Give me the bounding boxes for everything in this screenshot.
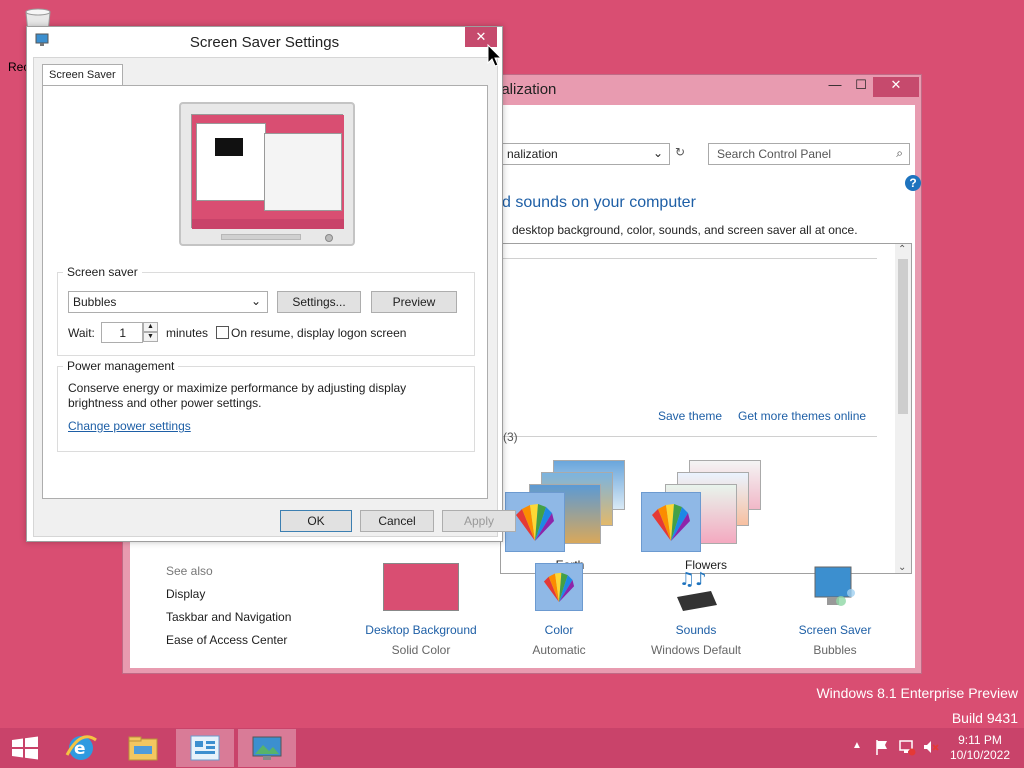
color-value: Automatic [532,643,586,657]
clock-time: 9:11 PM [958,733,1002,747]
svg-text:♫♪: ♫♪ [679,569,707,590]
start-button[interactable] [0,729,50,767]
power-description: Conserve energy or maximize performance … [68,381,407,410]
refresh-icon[interactable]: ↻ [671,145,689,163]
address-bar[interactable]: nalization ⌄ [500,143,670,165]
sounds-item[interactable]: ♫♪ Sounds Windows Default [626,563,766,657]
preview-taskbar [192,219,344,229]
cancel-button[interactable]: Cancel [360,510,434,532]
desktop-background-item[interactable]: Desktop Background Solid Color [351,563,491,657]
see-also-display-link[interactable]: Display [166,587,205,601]
sounds-link[interactable]: Sounds [626,623,766,637]
dialog-title: Screen Saver Settings [189,34,340,51]
volume-muted-icon[interactable] [922,738,940,756]
divider [501,258,877,259]
internet-explorer-icon[interactable]: e [52,729,110,767]
search-placeholder: Search Control Panel [717,147,832,161]
os-watermark-edition: Windows 8.1 Enterprise Preview [816,685,1018,701]
scroll-up-icon[interactable]: ⌃ [898,244,906,255]
chevron-down-icon[interactable]: ⌄ [251,294,261,308]
settings-button[interactable]: Settings... [277,291,361,313]
chevron-down-icon[interactable]: ⌄ [653,146,663,160]
sounds-icon: ♫♪ [671,563,721,611]
wait-value: 1 [119,326,126,340]
screen-saver-group [57,272,475,356]
taskbar: e ▲ 9:11 PM 10/10/2022 [0,728,1024,768]
resume-logon-checkbox[interactable] [216,326,229,339]
color-item[interactable]: Color Automatic [489,563,629,657]
dialog-body: Screen Saver Screen saver Bubbles ⌄ Sett… [33,57,516,537]
get-more-themes-link[interactable]: Get more themes online [738,409,866,423]
save-theme-link[interactable]: Save theme [658,409,722,423]
wait-label: Wait: [68,326,95,340]
minutes-label: minutes [166,326,209,340]
color-palette-icon [535,563,583,611]
search-input[interactable]: Search Control Panel ⌕ [708,143,910,165]
color-palette-icon [641,492,701,552]
power-management-label: Power management [63,359,179,373]
help-icon[interactable]: ? [905,175,921,191]
theme-earth[interactable]: Earth [505,456,635,572]
ok-button[interactable]: OK [280,510,352,532]
network-icon[interactable] [898,738,916,756]
resume-logon-label: On resume, display logon screen [231,326,407,340]
stepper-down-icon[interactable]: ▼ [143,332,158,342]
screen-saver-item[interactable]: Screen Saver Bubbles [765,563,905,657]
power-button-icon [325,234,333,242]
see-also-ease-of-access-link[interactable]: Ease of Access Center [166,633,287,647]
maximize-button[interactable]: ☐ [849,77,873,97]
preview-dialog [196,123,266,201]
see-also-title: See also [166,564,213,578]
minimize-button[interactable]: — [823,77,847,97]
monitor-preview [179,102,355,246]
theme-list: Save theme Get more themes online (3) Fl… [500,243,912,574]
control-panel-taskbar-icon[interactable] [176,729,234,767]
address-text: nalization [507,147,558,161]
screen-saver-select[interactable]: Bubbles ⌄ [68,291,268,313]
tab-panel: Screen saver Bubbles ⌄ Settings... Previ… [42,85,488,499]
stepper-up-icon[interactable]: ▲ [143,322,158,332]
preview-control-panel [264,133,342,211]
desktop-background-value: Solid Color [391,643,451,657]
scroll-thumb[interactable] [898,259,908,414]
screen-saver-value: Bubbles [813,643,857,657]
wait-minutes-stepper[interactable]: 1 [101,322,143,343]
selected-screen-saver: Bubbles [73,295,117,309]
desktop-background-swatch [383,563,459,611]
installed-themes-count: (3) [503,430,518,444]
preview-screen [191,114,344,229]
sounds-value: Windows Default [650,643,742,657]
page-description: desktop background, color, sounds, and s… [512,223,858,237]
screen-saver-icon [811,563,859,611]
screen-saver-group-label: Screen saver [63,265,142,279]
theme-list-scrollbar[interactable]: ⌃ ⌄ [895,244,911,573]
screen-saver-taskbar-icon[interactable] [238,729,296,767]
tab-screen-saver[interactable]: Screen Saver [42,64,123,85]
theme-flowers[interactable]: Flowers [641,456,771,572]
preview-button[interactable]: Preview [371,291,457,313]
taskbar-clock[interactable]: 9:11 PM 10/10/2022 [950,733,1010,763]
color-link[interactable]: Color [489,623,629,637]
clock-date: 10/10/2022 [949,748,1010,762]
see-also-taskbar-link[interactable]: Taskbar and Navigation [166,610,291,624]
os-watermark-build: Build 9431 [951,710,1018,726]
mouse-cursor-icon [487,43,503,68]
close-button[interactable]: ✕ [873,77,919,97]
apply-button[interactable]: Apply [442,510,516,532]
screen-saver-link[interactable]: Screen Saver [765,623,905,637]
show-hidden-icons-icon[interactable]: ▲ [852,740,862,751]
file-explorer-icon[interactable] [114,729,172,767]
change-power-settings-link[interactable]: Change power settings [68,419,191,433]
preview-black-screen [215,138,243,156]
desktop-background-link[interactable]: Desktop Background [351,623,491,637]
monitor-stand [221,234,301,240]
search-icon: ⌕ [896,146,903,160]
action-center-flag-icon[interactable] [874,738,890,756]
screen-saver-dialog: Screen Saver Settings ✕ Screen Saver Scr… [26,26,516,542]
divider [501,436,877,437]
page-heading: d sounds on your computer [502,194,696,211]
